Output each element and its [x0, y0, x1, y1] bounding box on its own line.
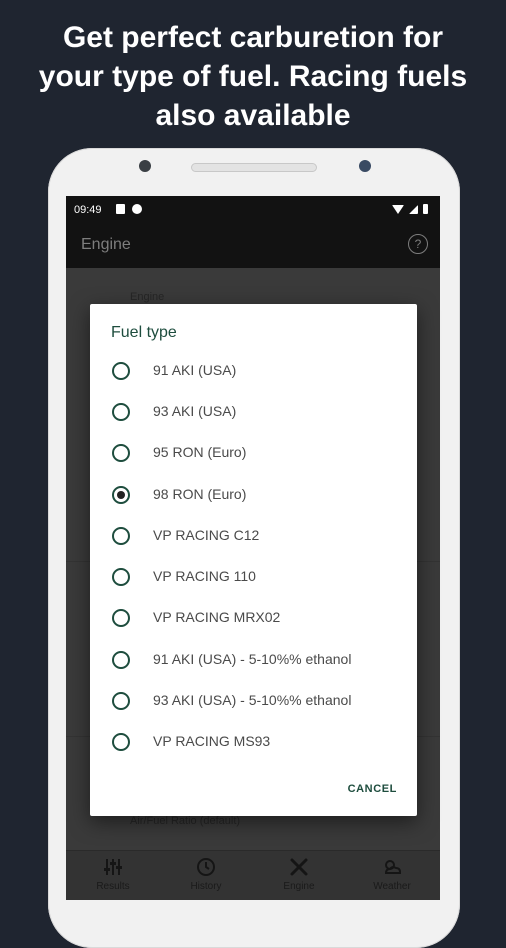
headline-line-3: also available [155, 99, 351, 132]
nav-label-weather: Weather [373, 881, 411, 892]
fuel-option-91-aki[interactable]: 91 AKI (USA) [90, 350, 417, 391]
wrench-icon [289, 857, 309, 877]
app-bar: Engine ? [66, 224, 440, 268]
fuel-option-label: VP RACING 110 [153, 568, 256, 584]
fuel-option-label: VP RACING MS93 [153, 733, 271, 749]
sliders-icon [103, 857, 123, 877]
dialog-title: Fuel type [111, 324, 177, 341]
fuel-option-label: VP RACING C12 [153, 527, 260, 543]
fuel-option-95-ron[interactable]: 95 RON (Euro) [90, 432, 417, 473]
battery-icon [423, 204, 428, 214]
afr-label: Air/Fuel Ratio (default) [130, 815, 241, 827]
radio-button[interactable] [112, 527, 130, 545]
fuel-option-vp-ms93[interactable]: VP RACING MS93 [90, 721, 417, 762]
radio-button[interactable] [112, 609, 130, 627]
help-icon[interactable]: ? [408, 234, 428, 254]
app-bar-title: Engine [81, 236, 131, 253]
signal-icon [409, 205, 418, 214]
front-camera-icon [139, 160, 151, 172]
promo-headline: Get perfect carburetion for your type of… [0, 18, 506, 135]
nav-item-results[interactable]: Results [68, 857, 158, 892]
nav-label-history: History [190, 881, 222, 892]
nav-label-engine: Engine [283, 881, 315, 892]
fuel-option-vp-110[interactable]: VP RACING 110 [90, 556, 417, 597]
fuel-option-label: 95 RON (Euro) [153, 444, 247, 460]
fuel-option-label: 93 AKI (USA) [153, 403, 237, 419]
cancel-button[interactable]: CANCEL [348, 783, 397, 795]
sensor-icon [359, 160, 371, 172]
nav-item-weather[interactable]: Weather [347, 857, 437, 892]
fuel-option-label: 91 AKI (USA) - 5-10%% ethanol [153, 651, 352, 667]
nav-item-engine[interactable]: Engine [254, 857, 344, 892]
fuel-option-93-aki-ethanol[interactable]: 93 AKI (USA) - 5-10%% ethanol [90, 680, 417, 721]
fuel-option-91-aki-ethanol[interactable]: 91 AKI (USA) - 5-10%% ethanol [90, 639, 417, 680]
clock-icon [196, 857, 216, 877]
fuel-option-98-ron[interactable]: 98 RON (Euro) [90, 474, 417, 515]
nav-label-results: Results [96, 881, 130, 892]
sd-card-icon [116, 204, 125, 214]
radio-button[interactable] [112, 362, 130, 380]
fuel-option-label: 91 AKI (USA) [153, 362, 237, 378]
radio-button-checked[interactable] [112, 486, 130, 504]
bottom-navigation: Results History Engine Weather [66, 850, 440, 900]
headline-line-2: your type of fuel. Racing fuels [38, 60, 468, 93]
nav-item-history[interactable]: History [161, 857, 251, 892]
radio-button[interactable] [112, 692, 130, 710]
weather-icon [382, 857, 402, 877]
wifi-icon [392, 205, 404, 214]
fuel-type-dialog: Fuel type 91 AKI (USA) 93 AKI (USA) 95 R… [90, 304, 417, 816]
radio-button[interactable] [112, 733, 130, 751]
engine-section-label: Engine [130, 291, 165, 303]
status-time: 09:49 [74, 204, 102, 216]
fuel-option-label: 98 RON (Euro) [153, 486, 247, 502]
radio-button[interactable] [112, 651, 130, 669]
fuel-option-vp-c12[interactable]: VP RACING C12 [90, 515, 417, 556]
sync-icon [132, 204, 142, 214]
radio-button[interactable] [112, 568, 130, 586]
fuel-option-label: 93 AKI (USA) - 5-10%% ethanol [153, 692, 352, 708]
earpiece-speaker [191, 163, 317, 172]
fuel-option-label: VP RACING MRX02 [153, 609, 281, 625]
radio-button[interactable] [112, 403, 130, 421]
radio-button[interactable] [112, 444, 130, 462]
fuel-option-93-aki[interactable]: 93 AKI (USA) [90, 391, 417, 432]
headline-line-1: Get perfect carburetion for [62, 21, 444, 54]
fuel-option-vp-mrx02[interactable]: VP RACING MRX02 [90, 597, 417, 638]
status-bar: 09:49 [66, 196, 440, 224]
